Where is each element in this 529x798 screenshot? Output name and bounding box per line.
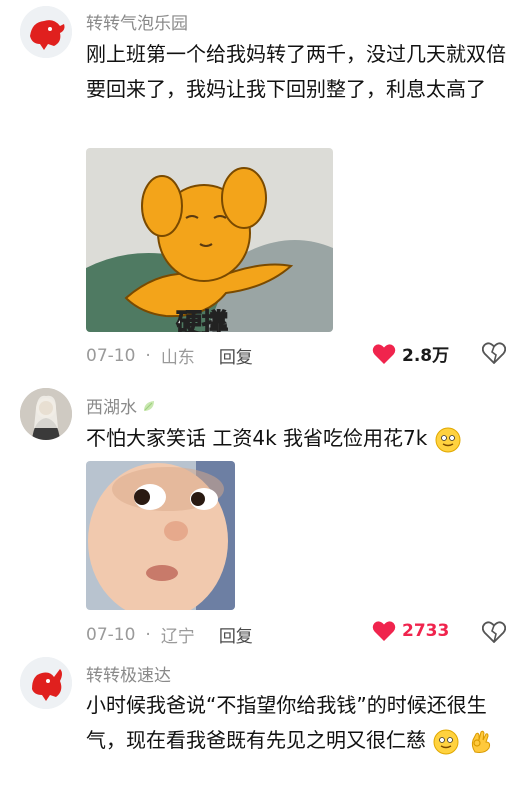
username-text: 西湖水	[86, 398, 137, 418]
comment-text-content: 不怕大家笑话 工资4k 我省吃俭用花7k	[86, 426, 428, 450]
comment-text-content: 小时候我爸说“不指望你给我钱”的时候还很生气，现在看我爸既有先见之明又很仁慈	[86, 693, 487, 752]
comment-username[interactable]: 西湖水	[86, 393, 157, 418]
avatar[interactable]	[20, 388, 72, 440]
like-count: 2.8万	[402, 346, 450, 366]
broken-heart-icon	[481, 621, 507, 644]
comment-image[interactable]	[86, 461, 235, 610]
image-caption: 硬撑	[176, 309, 228, 332]
like-count: 2733	[402, 621, 450, 641]
dislike-button[interactable]	[481, 621, 507, 647]
comment-text: 不怕大家笑话 工资4k 我省吃俭用花7k	[86, 421, 506, 456]
comment-username[interactable]: 转转气泡乐园	[86, 9, 188, 34]
reply-button[interactable]: 回复	[219, 622, 253, 647]
person-photo-icon	[20, 388, 72, 440]
comment-meta: 07-10 · 山东 回复	[86, 343, 253, 369]
avatar[interactable]	[20, 657, 72, 709]
red-mascot-icon	[20, 657, 72, 709]
smile-emoji-icon	[435, 427, 461, 452]
leaf-badge-icon	[144, 400, 154, 411]
heart-filled-icon	[372, 621, 396, 641]
meme-dog-image: 硬撑	[86, 148, 333, 332]
ok-hand-emoji-icon	[471, 730, 490, 753]
like-button[interactable]: 2.8万	[372, 341, 449, 366]
smile-emoji-icon	[433, 729, 459, 754]
broken-heart-icon	[481, 342, 507, 365]
dot-separator: ·	[145, 345, 151, 366]
heart-filled-icon	[372, 343, 396, 364]
comment-text: 刚上班第一个给我妈转了两千，没过几天就双倍要回来了，我妈让我下回别整了，利息太高…	[86, 42, 506, 101]
comment-meta: 07-10 · 辽宁 回复	[86, 622, 253, 648]
red-mascot-icon	[20, 6, 72, 58]
reply-button[interactable]: 回复	[219, 343, 253, 368]
comment-date: 07-10	[86, 624, 136, 645]
comment-location: 辽宁	[160, 627, 195, 647]
comment-text: 小时候我爸说“不指望你给我钱”的时候还很生气，现在看我爸既有先见之明又很仁慈	[86, 688, 506, 758]
comment-location: 山东	[160, 348, 195, 368]
meme-baby-image	[86, 461, 235, 610]
dot-separator: ·	[145, 624, 151, 645]
comment-date: 07-10	[86, 345, 136, 366]
comment-image[interactable]: 硬撑	[86, 148, 333, 332]
like-button[interactable]: 2733	[372, 620, 449, 642]
dislike-button[interactable]	[481, 342, 507, 368]
comment-username[interactable]: 转转极速达	[86, 661, 171, 686]
avatar[interactable]	[20, 6, 72, 58]
